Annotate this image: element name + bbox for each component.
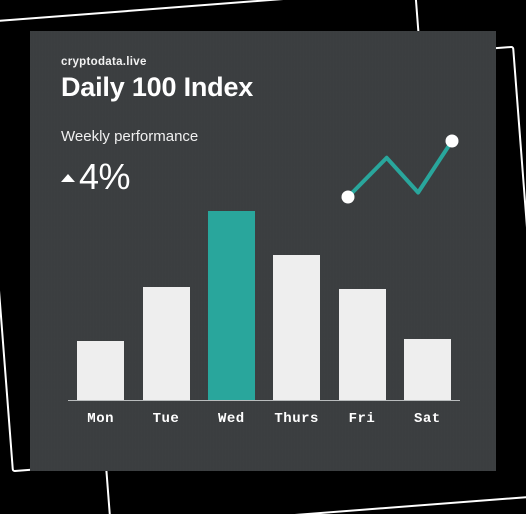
- tick-label-mon: Mon: [87, 411, 115, 427]
- x-axis-line: [68, 400, 460, 401]
- bar-thurs[interactable]: [273, 191, 321, 400]
- bar-rect: [403, 338, 451, 400]
- bar-rect: [338, 289, 386, 400]
- tick-label-tue: Tue: [152, 411, 180, 427]
- change-value: 4%: [79, 156, 131, 197]
- bar-rect: [207, 210, 255, 400]
- bar-wed[interactable]: [207, 191, 255, 400]
- sparkline-marker-dot: [445, 134, 459, 148]
- tick-label-sat: Sat: [413, 411, 441, 427]
- bar-mon[interactable]: [77, 191, 125, 400]
- tick-label-fri: Fri: [348, 411, 376, 427]
- screenshot-root: cryptodata.live Daily 100 Index Weekly p…: [0, 0, 526, 514]
- sparkline-path: [346, 139, 454, 199]
- bar-rect: [77, 341, 125, 400]
- page-title: Daily 100 Index: [61, 72, 254, 102]
- subtitle-label: Weekly performance: [61, 128, 199, 145]
- tick-label-wed: Wed: [217, 411, 245, 427]
- bar-rect: [273, 254, 321, 400]
- tick-label-thurs: Thurs: [274, 411, 319, 427]
- brand-label: cryptodata.live: [61, 56, 147, 68]
- bar-rect: [142, 286, 190, 400]
- index-card: cryptodata.live Daily 100 Index Weekly p…: [30, 31, 496, 471]
- bar-fri[interactable]: [338, 191, 386, 400]
- bar-tue[interactable]: [142, 191, 190, 400]
- bar-chart-plot: [68, 191, 460, 400]
- bar-sat[interactable]: [403, 191, 451, 400]
- triangle-up-icon: [61, 174, 75, 182]
